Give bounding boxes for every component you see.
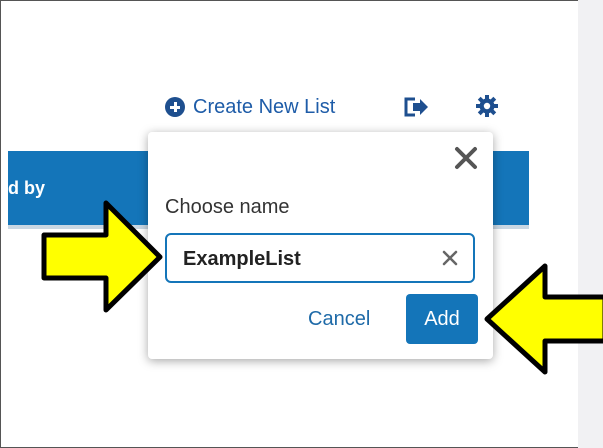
create-new-list-link[interactable]: Create New List (165, 96, 335, 119)
right-panel (578, 0, 603, 448)
choose-name-label: Choose name (165, 196, 290, 218)
plus-circle-icon (165, 97, 185, 117)
list-name-value: ExampleList (183, 248, 301, 270)
cancel-button[interactable]: Cancel (308, 308, 370, 331)
add-button[interactable]: Add (406, 294, 478, 344)
gear-icon[interactable] (475, 94, 499, 118)
arrow-annotation-left (41, 200, 163, 313)
create-new-list-label: Create New List (193, 95, 336, 118)
table-header-label: d by (8, 178, 46, 198)
top-actions: Create New List (165, 92, 335, 122)
close-icon[interactable] (452, 144, 480, 172)
export-icon[interactable] (403, 96, 429, 118)
arrow-annotation-right (484, 263, 603, 375)
add-list-popup: Choose name ExampleList Cancel Add (148, 132, 493, 359)
list-name-input[interactable]: ExampleList (165, 233, 475, 283)
clear-icon[interactable] (441, 249, 459, 267)
